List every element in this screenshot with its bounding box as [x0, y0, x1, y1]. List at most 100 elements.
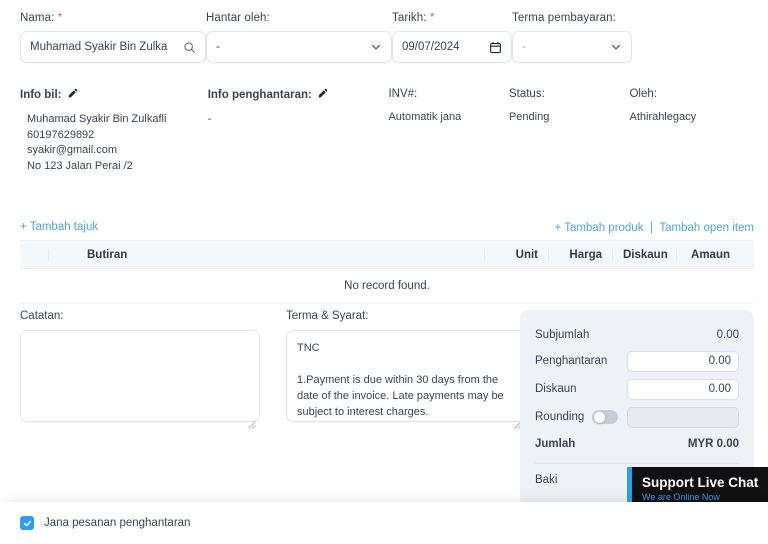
summary-label-baki: Baki: [535, 474, 557, 486]
info-bil-line: Muhamad Syakir Bin Zulkafli: [27, 112, 208, 128]
info-bil-line: 60197629892: [27, 128, 208, 144]
status-badge: Pending: [509, 110, 630, 126]
summary-row-rounding: Rounding: [535, 403, 739, 431]
nama-input-value: Muhamad Syakir Bin Zulka: [30, 41, 183, 53]
info-bil-block: Info bil: Muhamad Syakir Bin Zulkafli 60…: [20, 88, 208, 174]
calendar-icon[interactable]: [489, 41, 502, 54]
items-table-empty-row: No record found.: [20, 268, 754, 304]
info-band: Info bil: Muhamad Syakir Bin Zulkafli 60…: [20, 88, 748, 174]
terma-label: Terma & Syarat:: [286, 310, 526, 322]
field-tarikh: Tarikh: * 09/07/2024: [392, 12, 512, 63]
summary-row-jumlah: Jumlah MYR 0.00: [535, 431, 739, 457]
tarikh-value: 09/07/2024: [402, 41, 489, 53]
chevron-down-icon[interactable]: [610, 41, 622, 53]
chat-status-text: We are Online Now: [642, 491, 768, 503]
label-nama: Nama: *: [20, 12, 206, 24]
summary-divider: [535, 463, 739, 464]
diskaun-amount-input[interactable]: [627, 379, 739, 400]
label-hantar-oleh: Hantar oleh:: [206, 12, 392, 24]
pencil-icon[interactable]: [67, 88, 78, 102]
check-icon: [23, 519, 32, 528]
info-bil-line: No 123 Jalan Perai /2: [27, 159, 208, 175]
rounding-amount-input: [627, 407, 739, 428]
info-status-title: Status:: [509, 88, 630, 100]
penghantaran-amount-input[interactable]: [627, 351, 739, 372]
link-separator: |: [648, 222, 655, 234]
tarikh-date-input[interactable]: 09/07/2024: [392, 31, 512, 63]
info-penghantaran-block: Info penghantaran: -: [208, 88, 389, 174]
summary-label-subjumlah: Subjumlah: [535, 329, 589, 341]
required-asterisk-tarikh: *: [430, 12, 435, 24]
info-inv-title: INV#:: [388, 88, 509, 100]
info-bil-lines: Muhamad Syakir Bin Zulkafli 60197629892 …: [20, 112, 208, 174]
terma-wrap: [286, 330, 526, 427]
chevron-down-icon[interactable]: [370, 41, 382, 53]
chat-title: Support Live Chat: [642, 475, 768, 491]
add-heading-link[interactable]: + Tambah tajuk: [20, 221, 98, 233]
pencil-icon[interactable]: [317, 88, 328, 102]
field-hantar-oleh: Hantar oleh: -: [206, 12, 392, 63]
info-inv-block: INV#: Automatik jana: [388, 88, 509, 174]
invoice-form-page: Nama: * Muhamad Syakir Bin Zulka Hantar …: [0, 0, 768, 544]
info-inv-value: Automatik jana: [388, 110, 509, 126]
nama-search-input[interactable]: Muhamad Syakir Bin Zulka: [20, 31, 206, 63]
terma-block: Terma & Syarat:: [286, 310, 526, 427]
jana-pesanan-checkbox-wrap[interactable]: Jana pesanan penghantaran: [20, 516, 190, 530]
top-form-row: Nama: * Muhamad Syakir Bin Zulka Hantar …: [0, 12, 768, 63]
column-header-amaun: Amaun: [676, 249, 740, 261]
summary-label-penghantaran: Penghantaran: [535, 355, 607, 367]
summary-value-jumlah: MYR 0.00: [688, 438, 739, 450]
items-table: Butiran Unit Harga Diskaun Amaun No reco…: [20, 240, 754, 304]
items-table-header: Butiran Unit Harga Diskaun Amaun: [20, 240, 754, 268]
jana-pesanan-checkbox[interactable]: [20, 516, 34, 530]
catatan-wrap: [20, 330, 260, 427]
rounding-toggle-knob: [594, 412, 605, 423]
label-tarikh: Tarikh: *: [392, 12, 512, 24]
table-action-links: + Tambah tajuk + Tambah produk | Tambah …: [20, 218, 754, 236]
info-bil-title: Info bil:: [20, 88, 208, 102]
terma-pembayaran-select[interactable]: -: [512, 31, 632, 63]
required-asterisk-nama: *: [58, 12, 63, 24]
no-record-message: No record found.: [344, 280, 430, 292]
summary-label-diskaun: Diskaun: [535, 383, 577, 395]
add-product-link[interactable]: + Tambah produk: [554, 222, 643, 234]
hantar-oleh-value: -: [216, 41, 370, 53]
catatan-block: Catatan:: [20, 310, 260, 427]
column-header-diskaun: Diskaun: [612, 249, 676, 261]
info-oleh-title: Oleh:: [629, 88, 748, 100]
info-bil-line: syakir@gmail.com: [27, 143, 208, 159]
jana-pesanan-label: Jana pesanan penghantaran: [44, 517, 190, 529]
rounding-toggle[interactable]: [592, 410, 618, 424]
catatan-label: Catatan:: [20, 310, 260, 322]
rounding-left-group: Rounding: [535, 410, 618, 424]
summary-row-penghantaran: Penghantaran: [535, 347, 739, 375]
catatan-textarea[interactable]: [20, 330, 260, 422]
info-penghantaran-title-text: Info penghantaran:: [208, 89, 312, 101]
label-nama-text: Nama:: [20, 12, 54, 24]
search-icon[interactable]: [183, 41, 196, 54]
terma-textarea[interactable]: [286, 330, 526, 422]
info-oleh-block: Oleh: Athirahlegacy: [629, 88, 748, 174]
terma-pembayaran-value: -: [522, 41, 610, 53]
info-oleh-value: Athirahlegacy: [629, 110, 748, 126]
info-status-block: Status: Pending: [509, 88, 630, 174]
label-terma-pembayaran: Terma pembayaran:: [512, 12, 632, 24]
summary-row-subjumlah: Subjumlah 0.00: [535, 323, 739, 347]
summary-row-diskaun: Diskaun: [535, 375, 739, 403]
info-penghantaran-title: Info penghantaran:: [208, 88, 389, 102]
right-links-group: + Tambah produk | Tambah open item: [554, 218, 754, 236]
hantar-oleh-select[interactable]: -: [206, 31, 392, 63]
summary-value-subjumlah: 0.00: [717, 329, 739, 341]
summary-label-rounding: Rounding: [535, 411, 584, 423]
summary-label-jumlah: Jumlah: [535, 438, 575, 450]
label-tarikh-text: Tarikh:: [392, 12, 427, 24]
field-terma-pembayaran: Terma pembayaran: -: [512, 12, 632, 63]
sticky-footer-bar: Jana pesanan penghantaran: [0, 502, 768, 544]
add-open-item-link[interactable]: Tambah open item: [659, 222, 754, 234]
field-nama: Nama: * Muhamad Syakir Bin Zulka: [20, 12, 206, 63]
column-header-butiran: Butiran: [48, 249, 484, 261]
info-bil-title-text: Info bil:: [20, 89, 62, 101]
column-header-harga: Harga: [548, 249, 612, 261]
column-header-unit: Unit: [484, 249, 548, 261]
info-penghantaran-value: -: [208, 112, 389, 128]
